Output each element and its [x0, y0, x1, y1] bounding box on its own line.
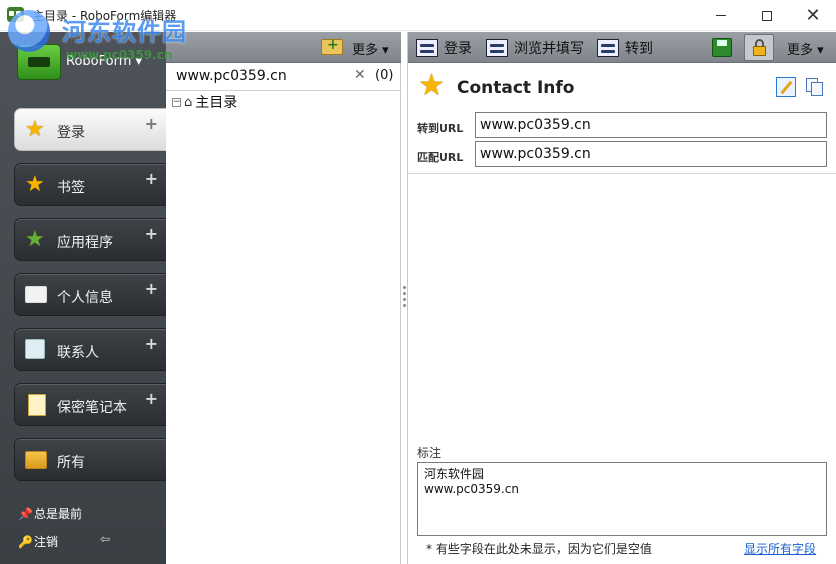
sidebar-item-label: 个人信息 [57, 290, 113, 306]
add-login-button[interactable]: + [145, 114, 158, 133]
match-url-input[interactable] [475, 141, 827, 167]
bookmark-star-icon: ★ [25, 172, 45, 197]
browse-fill-label: 浏览并填写 [514, 41, 584, 57]
login-icon [416, 39, 438, 57]
note-label: 标注 [417, 446, 442, 460]
title-bar: 主目录 - RoboForm编辑器 ✕ [0, 0, 836, 31]
minimize-icon [716, 15, 726, 16]
middle-more-menu[interactable]: 更多 ▾ [352, 39, 389, 58]
tree-collapse-icon[interactable]: − [172, 97, 181, 107]
logoff-button[interactable]: 🔑注销 [18, 533, 58, 550]
goto-button[interactable]: 转到 [597, 38, 653, 58]
close-icon: ✕ [805, 4, 821, 26]
application-star-icon: ★ [25, 227, 45, 252]
match-url-label: 匹配URL [417, 151, 464, 164]
maximize-icon [762, 10, 772, 21]
logoff-label: 注销 [34, 535, 59, 549]
item-editor-panel: 登录 浏览并填写 转到 更多 ▾ ★ Contact Info 转到URL ww… [408, 32, 836, 564]
all-items-icon [25, 451, 47, 469]
browse-fill-icon [486, 39, 508, 57]
item-header: ★ Contact Info [408, 63, 836, 110]
sidebar-item-logins[interactable]: ★ 登录 + [14, 108, 166, 151]
show-all-fields-link[interactable]: 显示所有字段 [744, 540, 816, 557]
always-on-top-toggle[interactable]: 📌总是最前 [18, 505, 82, 522]
result-count: (0) [375, 68, 394, 83]
sidebar-item-bookmarks[interactable]: ★ 书签 + [14, 163, 166, 206]
add-contact-button[interactable]: + [145, 334, 158, 353]
sidebar-item-identities[interactable]: 个人信息 + [14, 273, 166, 316]
search-tab-label[interactable]: www.pc0359.cn [176, 68, 287, 84]
tree-root-item[interactable]: 主目录 [195, 92, 237, 112]
sidebar-item-all[interactable]: 所有 [14, 438, 166, 481]
match-url-row: 匹配URL [408, 141, 836, 169]
roboform-logo-icon [17, 44, 61, 80]
lock-button[interactable] [744, 34, 774, 61]
always-on-top-label: 总是最前 [34, 507, 83, 521]
editor-toolbar: 登录 浏览并填写 转到 更多 ▾ [408, 32, 836, 63]
sidebar: RoboForm ▾ ★ 登录 + ★ 书签 + ★ 应用程序 + 个人信息 +… [0, 32, 166, 564]
pin-icon: 📌 [18, 507, 33, 521]
add-safenote-button[interactable]: + [145, 389, 158, 408]
login-label: 登录 [444, 41, 472, 57]
clear-search-icon[interactable]: ✕ [354, 67, 366, 83]
roboform-editor-window: 主目录 - RoboForm编辑器 ✕ 河东软件园 www.pc0359.cn … [0, 0, 836, 564]
identity-card-icon [25, 286, 47, 303]
panel-splitter[interactable] [401, 32, 408, 564]
key-icon: 🔑 [18, 535, 33, 549]
new-folder-icon[interactable] [321, 37, 343, 55]
roboform-app-icon [7, 7, 24, 22]
passcard-star-icon: ★ [25, 117, 45, 142]
save-icon[interactable] [712, 38, 732, 57]
goto-url-input[interactable] [475, 112, 827, 138]
add-application-button[interactable]: + [145, 224, 158, 243]
add-bookmark-button[interactable]: + [145, 169, 158, 188]
edit-pencil-icon[interactable] [776, 77, 796, 97]
browse-fill-button[interactable]: 浏览并填写 [486, 38, 584, 58]
safenote-icon [28, 394, 46, 416]
sidebar-item-label: 保密笔记本 [57, 400, 127, 416]
contact-card-icon [25, 339, 45, 359]
search-tab: www.pc0359.cn ✕ (0) [166, 63, 401, 91]
roboform-menu[interactable]: RoboForm ▾ [66, 54, 142, 69]
window-title: 主目录 - RoboForm编辑器 [32, 9, 177, 23]
goto-url-label: 转到URL [417, 122, 464, 135]
sidebar-item-label: 书签 [57, 180, 85, 196]
copy-icon[interactable] [804, 77, 824, 97]
minimize-button[interactable] [698, 0, 744, 31]
goto-url-row: 转到URL [408, 112, 836, 140]
note-textarea[interactable]: 河东软件园 www.pc0359.cn [417, 462, 827, 536]
add-identity-button[interactable]: + [145, 279, 158, 298]
sidebar-item-label: 登录 [57, 125, 85, 141]
editor-more-menu[interactable]: 更多 ▾ [787, 39, 824, 58]
folder-tree: − ⌂ 主目录 [172, 92, 237, 112]
folder-tree-panel: 更多 ▾ www.pc0359.cn ✕ (0) −⌂主目录 [166, 32, 401, 564]
passcard-star-icon: ★ [418, 68, 445, 103]
sidebar-item-label: 联系人 [57, 345, 99, 361]
sidebar-item-safenotes[interactable]: 保密笔记本 + [14, 383, 166, 426]
middle-toolbar: 更多 ▾ [166, 32, 401, 63]
home-folder-icon: ⌂ [184, 94, 193, 110]
sidebar-item-applications[interactable]: ★ 应用程序 + [14, 218, 166, 261]
url-fields: 转到URL 匹配URL [408, 110, 836, 174]
goto-icon [597, 39, 619, 57]
maximize-button[interactable] [744, 0, 790, 31]
login-button[interactable]: 登录 [416, 38, 472, 58]
empty-fields-hint: * 有些字段在此处未显示，因为它们是空值 [426, 542, 652, 556]
collapse-arrow-icon[interactable]: ⇦ [100, 532, 110, 546]
lock-icon [753, 46, 766, 56]
sidebar-item-label: 所有 [57, 455, 85, 471]
goto-label: 转到 [625, 41, 653, 57]
item-title: Contact Info [457, 78, 575, 98]
close-button[interactable]: ✕ [790, 0, 836, 31]
sidebar-item-label: 应用程序 [57, 235, 113, 251]
sidebar-item-contacts[interactable]: 联系人 + [14, 328, 166, 371]
